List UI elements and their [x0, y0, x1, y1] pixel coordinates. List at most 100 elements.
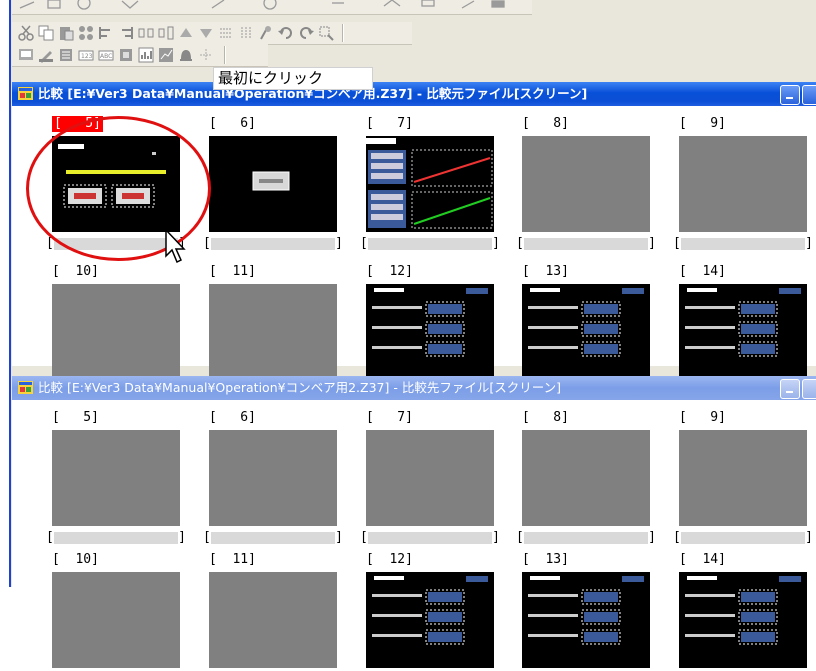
toolbar-draw-icons [19, 0, 505, 10]
click-first-callout: 最初にクリック [213, 67, 373, 90]
alarm-icon[interactable] [178, 47, 194, 63]
screen-preview-image[interactable] [366, 430, 494, 526]
pen-icon [19, 1, 35, 9]
screen-preview-image[interactable] [679, 136, 807, 232]
edit-icon[interactable] [38, 47, 54, 63]
screen-number-label: [ 10] [52, 552, 99, 567]
group-icon[interactable] [78, 25, 94, 41]
screen-name-field: [] [360, 530, 500, 545]
abc-icon[interactable]: ABC [98, 47, 114, 63]
svg-text:ABC: ABC [100, 53, 112, 60]
screen-name-field: [] [673, 236, 813, 251]
screen-preview-image[interactable] [366, 136, 494, 232]
screen-number-label: [ 14] [679, 264, 726, 279]
network-icon[interactable] [198, 47, 214, 63]
minimize-button[interactable] [780, 379, 800, 399]
screen-number-label: [ 13] [522, 264, 569, 279]
numeric-icon[interactable] [118, 47, 134, 63]
toolbar-separator [342, 24, 344, 42]
screen-number-label: [ 6] [209, 116, 256, 131]
screen-preview-image[interactable] [679, 284, 807, 380]
screen-preview-image[interactable] [366, 284, 494, 380]
screen-preview-image[interactable] [366, 572, 494, 668]
screen-number-label: [ 8] [522, 410, 569, 425]
screen-name-field: [] [516, 530, 656, 545]
arc-icon [383, 0, 401, 7]
screen-preview-image[interactable] [522, 430, 650, 526]
svg-text:123: 123 [81, 53, 93, 60]
cut-icon[interactable] [18, 25, 34, 41]
screen-number-label: [ 9] [679, 410, 726, 425]
screen-icon[interactable] [18, 47, 34, 63]
screen-name-field: [] [360, 236, 500, 251]
source-window-titlebar[interactable]: 比較 [E:¥Ver3 Data¥Manual¥Operation¥コンベア用.… [12, 82, 816, 106]
graph-icon[interactable] [138, 47, 154, 63]
screen-number-label: [ 11] [209, 264, 256, 279]
screen-number-label: [ 6] [209, 410, 256, 425]
screen-number-label: [ 7] [366, 410, 413, 425]
screen-number-label: [ 9] [679, 116, 726, 131]
screen-preview-image[interactable] [52, 572, 180, 668]
screen-preview-image[interactable] [209, 430, 337, 526]
dist-h-icon[interactable] [138, 25, 154, 41]
text-icon [491, 0, 505, 8]
screen-number-label: [ 12] [366, 264, 413, 279]
grid-icon[interactable] [218, 25, 234, 41]
circle-icon [77, 0, 91, 10]
screen-number-label: [ 14] [679, 552, 726, 567]
maximize-button[interactable] [802, 379, 816, 399]
window-app-icon [18, 381, 33, 394]
screen-preview-image[interactable] [679, 430, 807, 526]
field-icon[interactable]: 123 [78, 47, 94, 63]
toolbar-parts: 123 ABC [12, 44, 268, 67]
mouse-cursor-icon [165, 228, 186, 264]
layer-down-icon[interactable] [198, 25, 214, 41]
toolbar-edit [12, 22, 412, 45]
screen-number-label: [ 10] [52, 264, 99, 279]
compare-target-window: 比較 [E:¥Ver3 Data¥Manual¥Operation¥コンベア用2… [12, 376, 816, 668]
screen-number-label: [ 7] [366, 116, 413, 131]
screen-preview-image[interactable] [679, 572, 807, 668]
screen-preview-image[interactable] [52, 430, 180, 526]
screen-preview-image[interactable] [209, 284, 337, 380]
grid2-icon[interactable] [238, 25, 254, 41]
redo-icon[interactable] [298, 25, 314, 41]
fill-icon [263, 0, 277, 10]
screen-number-label: [ 5] [52, 410, 99, 425]
screen-preview-image[interactable] [52, 284, 180, 380]
minimize-button[interactable] [780, 85, 800, 105]
paint-icon[interactable] [258, 25, 274, 41]
parts-icon [421, 0, 435, 7]
paste-icon[interactable] [58, 25, 74, 41]
arrow-icon [211, 0, 225, 9]
screen-name-field: [] [516, 236, 656, 251]
screen-name-field: [] [203, 530, 343, 545]
screen-name-field: [] [673, 530, 813, 545]
screen-preview-image[interactable] [522, 572, 650, 668]
window-app-icon [18, 87, 33, 100]
screen-name-field: [] [46, 530, 186, 545]
screen-preview-image[interactable] [209, 136, 337, 232]
dist-v-icon[interactable] [158, 25, 174, 41]
target-window-titlebar[interactable]: 比較 [E:¥Ver3 Data¥Manual¥Operation¥コンベア用2… [12, 376, 816, 400]
rect-icon [47, 0, 61, 9]
screen-preview-image[interactable] [522, 136, 650, 232]
polyline-icon [121, 0, 139, 9]
screen-name-field: [] [203, 236, 343, 251]
left-window-edge [0, 0, 11, 587]
screen-preview-image[interactable] [522, 284, 650, 380]
align-right-icon[interactable] [118, 25, 134, 41]
target-window-title: 比較 [E:¥Ver3 Data¥Manual¥Operation¥コンベア用2… [38, 380, 561, 395]
copy-icon[interactable] [38, 25, 54, 41]
chart-icon[interactable] [158, 47, 174, 63]
select-icon[interactable] [318, 25, 334, 41]
screen-number-label: [ 13] [522, 552, 569, 567]
toolbar-draw [12, 0, 532, 15]
toolbar-separator [224, 46, 226, 64]
screen-preview-image[interactable] [209, 572, 337, 668]
layer-up-icon[interactable] [178, 25, 194, 41]
align-left-icon[interactable] [98, 25, 114, 41]
maximize-button[interactable] [802, 85, 816, 105]
compare-icon[interactable] [58, 47, 74, 63]
undo-icon[interactable] [278, 25, 294, 41]
